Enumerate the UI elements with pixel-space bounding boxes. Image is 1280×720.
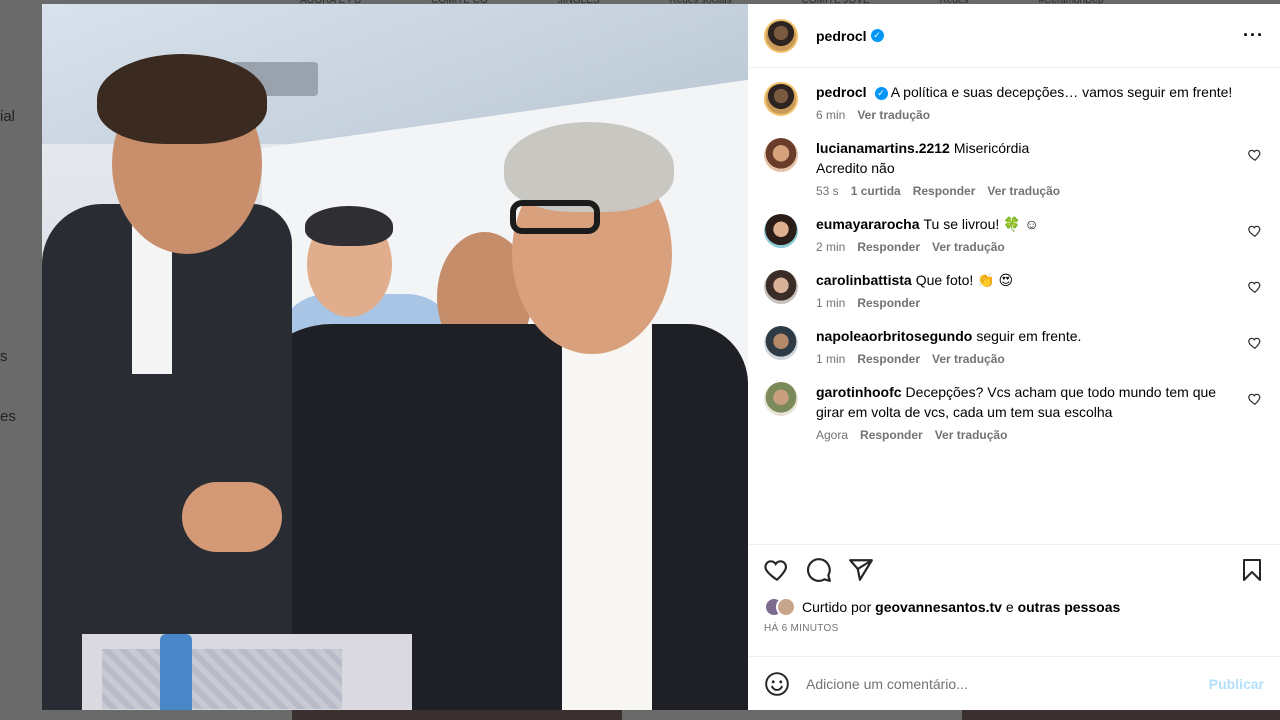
comment-item: napoleaorbritosegundo seguir em frente. 1…	[764, 326, 1264, 366]
share-icon[interactable]	[848, 557, 874, 583]
commenter-username[interactable]: lucianamartins.2212	[816, 140, 950, 156]
post-actions: Curtido por geovannesantos.tv e outras p…	[748, 544, 1280, 656]
photo-man-right-hair	[504, 122, 674, 212]
photo-tablecloth	[102, 649, 342, 709]
comment-item: eumayararocha Tu se livrou! 🍀 ☺ 2 min Res…	[764, 214, 1264, 254]
bg-side-label: es	[0, 408, 16, 425]
liked-by-user[interactable]: geovannesantos.tv	[875, 599, 1002, 615]
comment-text-line2: Acredito não	[816, 160, 895, 176]
caption-username[interactable]: pedrocl	[816, 84, 867, 100]
photo-man-left-hair	[97, 54, 267, 144]
translate-link[interactable]: Ver tradução	[987, 184, 1060, 198]
commenter-avatar[interactable]	[764, 214, 798, 248]
comment-like-heart-icon[interactable]	[1248, 280, 1262, 294]
caption-time[interactable]: 6 min	[816, 108, 845, 122]
comment-text: Que foto! 👏 😍	[915, 272, 1014, 288]
comment-like-heart-icon[interactable]	[1248, 224, 1262, 238]
photo-water-bottle	[160, 634, 192, 710]
caption-text: A política e suas decepções… vamos segui…	[890, 84, 1233, 100]
more-options-icon[interactable]: ···	[1243, 25, 1264, 46]
commenter-username[interactable]: carolinbattista	[816, 272, 912, 288]
reply-button[interactable]: Responder	[860, 428, 923, 442]
bookmark-icon[interactable]	[1240, 557, 1264, 583]
emoji-icon[interactable]	[764, 671, 790, 697]
photo-man-right-shirt	[562, 304, 652, 710]
bg-side-label: ial	[0, 108, 16, 125]
add-comment-bar: Publicar	[748, 656, 1280, 710]
verified-badge-icon: ✓	[874, 86, 888, 100]
commenter-username[interactable]: eumayararocha	[816, 216, 920, 232]
translate-link[interactable]: Ver tradução	[932, 240, 1005, 254]
comment-text: Tu se livrou! 🍀 ☺	[923, 216, 1039, 232]
author-avatar[interactable]	[764, 18, 798, 53]
comment-time[interactable]: 1 min	[816, 296, 845, 310]
reply-button[interactable]: Responder	[913, 184, 976, 198]
comment-text: Misericórdia	[953, 140, 1030, 156]
bg-side-label: s	[0, 348, 8, 365]
post-photo[interactable]	[42, 4, 748, 710]
translate-link[interactable]: Ver tradução	[857, 108, 930, 122]
commenter-avatar[interactable]	[764, 138, 798, 172]
comment-like-heart-icon[interactable]	[1248, 336, 1262, 350]
comment-time[interactable]: Agora	[816, 428, 848, 442]
reply-button[interactable]: Responder	[857, 240, 920, 254]
caption-avatar[interactable]	[764, 82, 798, 116]
liker-avatar[interactable]	[776, 597, 796, 617]
commenter-avatar[interactable]	[764, 326, 798, 360]
translate-link[interactable]: Ver tradução	[932, 352, 1005, 366]
post-panel: pedrocl ✓ ··· pedrocl ✓ A política e suas…	[748, 4, 1280, 710]
photo-man-blue-hair	[305, 206, 393, 246]
reply-button[interactable]: Responder	[857, 352, 920, 366]
comment-input[interactable]	[806, 675, 1209, 692]
photo-glasses	[510, 200, 600, 234]
comment-like-heart-icon[interactable]	[1248, 392, 1262, 406]
translate-link[interactable]: Ver tradução	[935, 428, 1008, 442]
comment-item: garotinhoofc Decepções? Vcs acham que tod…	[764, 382, 1264, 442]
author-username[interactable]: pedrocl	[816, 28, 867, 44]
comment-text: seguir em frente.	[976, 328, 1082, 344]
comments-list[interactable]: pedrocl ✓ A política e suas decepções… va…	[748, 68, 1280, 544]
comment-time[interactable]: 53 s	[816, 184, 839, 198]
comment-like-heart-icon[interactable]	[1248, 148, 1262, 162]
photo-handshake	[182, 482, 282, 552]
post-modal: pedrocl ✓ ··· pedrocl ✓ A política e suas…	[42, 4, 1280, 710]
post-timestamp[interactable]: HÁ 6 MINUTOS	[764, 623, 1264, 634]
heart-icon[interactable]	[764, 557, 790, 583]
publish-button[interactable]: Publicar	[1209, 676, 1264, 692]
commenter-avatar[interactable]	[764, 270, 798, 304]
comment-likes[interactable]: 1 curtida	[851, 184, 901, 198]
liked-by-prefix: Curtido por	[802, 599, 872, 615]
comment-item: lucianamartins.2212 Misericórdia Acredito…	[764, 138, 1264, 198]
commenter-username[interactable]: napoleaorbritosegundo	[816, 328, 972, 344]
commenter-avatar[interactable]	[764, 382, 798, 416]
liked-by: Curtido por geovannesantos.tv e outras p…	[764, 597, 1264, 617]
comment-time[interactable]: 2 min	[816, 240, 845, 254]
comment-time[interactable]: 1 min	[816, 352, 845, 366]
caption: pedrocl ✓ A política e suas decepções… va…	[764, 82, 1264, 122]
reply-button[interactable]: Responder	[857, 296, 920, 310]
liked-by-others[interactable]: outras pessoas	[1018, 599, 1121, 615]
commenter-username[interactable]: garotinhoofc	[816, 384, 902, 400]
comment-icon[interactable]	[806, 557, 832, 583]
liked-by-conj: e	[1005, 599, 1014, 615]
post-header: pedrocl ✓ ···	[748, 4, 1280, 68]
verified-badge-icon: ✓	[870, 29, 884, 42]
comment-item: carolinbattista Que foto! 👏 😍 1 min Respo…	[764, 270, 1264, 310]
